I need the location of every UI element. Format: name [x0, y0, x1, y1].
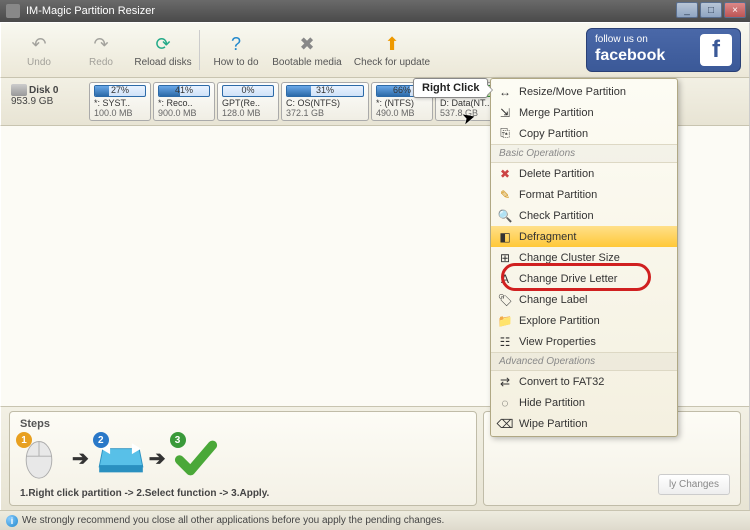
- reload-icon: ⟳: [150, 33, 176, 57]
- info-icon: i: [6, 515, 18, 527]
- ctx-hide[interactable]: ◌Hide Partition: [491, 392, 677, 413]
- apply-changes-button[interactable]: ly Changes: [658, 474, 730, 495]
- steps-panel: Steps 1 ➔ 2 ➔ 3 1.Right click partition …: [9, 411, 477, 506]
- ctx-format[interactable]: ✎Format Partition: [491, 184, 677, 205]
- merge-icon: ⇲: [497, 105, 513, 121]
- partition-1[interactable]: 41%*: Reco..900.0 MB: [153, 82, 215, 121]
- ctx-defragment[interactable]: ◧Defragment: [491, 226, 677, 247]
- ctx-fat32[interactable]: ⇄Convert to FAT32: [491, 371, 677, 392]
- copy-icon: ⎘: [497, 126, 513, 142]
- arrow-icon: ➔: [72, 446, 89, 471]
- status-text: We strongly recommend you close all othe…: [22, 515, 444, 526]
- ctx-drive-letter[interactable]: AChange Drive Letter: [491, 268, 677, 289]
- steps-caption: 1.Right click partition -> 2.Select func…: [20, 488, 466, 499]
- reload-disks-button[interactable]: ⟳ Reload disks: [133, 26, 193, 74]
- statusbar: i We strongly recommend you close all ot…: [0, 510, 750, 530]
- close-button[interactable]: ×: [724, 2, 746, 18]
- facebook-label: follow us on facebook: [595, 34, 665, 65]
- toolbar: ↶ Undo ↷ Redo ⟳ Reload disks ? How to do…: [0, 22, 750, 78]
- ctx-resize[interactable]: ↔Resize/Move Partition: [491, 81, 677, 102]
- help-icon: ?: [223, 33, 249, 57]
- letter-icon: A: [497, 271, 513, 287]
- step1-icon: 1: [20, 436, 64, 480]
- ctx-wipe[interactable]: ⌫Wipe Partition: [491, 413, 677, 434]
- disk-icon: [11, 84, 27, 96]
- maximize-button[interactable]: □: [700, 2, 722, 18]
- disk-label: Disk 0 953.9 GB: [9, 82, 85, 109]
- steps-title: Steps: [20, 418, 466, 430]
- format-icon: ✎: [497, 187, 513, 203]
- ctx-merge[interactable]: ⇲Merge Partition: [491, 102, 677, 123]
- partition-3[interactable]: 31%C: OS(NTFS)372.1 GB: [281, 82, 369, 121]
- ctx-delete[interactable]: ✖Delete Partition: [491, 163, 677, 184]
- arrow-icon: ➔: [149, 446, 166, 471]
- partition-0[interactable]: 27%*: SYST..100.0 MB: [89, 82, 151, 121]
- props-icon: ☷: [497, 334, 513, 350]
- wrench-icon: ✖: [294, 33, 320, 57]
- redo-button[interactable]: ↷ Redo: [71, 26, 131, 74]
- check-icon: 🔍: [497, 208, 513, 224]
- right-click-callout: Right Click: [413, 78, 488, 98]
- bootable-media-button[interactable]: ✖ Bootable media: [268, 26, 346, 74]
- titlebar: IM-Magic Partition Resizer _ □ ×: [0, 0, 750, 22]
- window-title: IM-Magic Partition Resizer: [26, 5, 155, 17]
- ctx-properties[interactable]: ☷View Properties: [491, 331, 677, 352]
- ctx-explore[interactable]: 📁Explore Partition: [491, 310, 677, 331]
- facebook-button[interactable]: follow us on facebook f: [586, 28, 741, 72]
- hide-icon: ◌: [497, 395, 513, 411]
- defrag-icon: ◧: [497, 229, 513, 245]
- step3-icon: 3: [174, 436, 218, 480]
- minimize-button[interactable]: _: [676, 2, 698, 18]
- ctx-check[interactable]: 🔍Check Partition: [491, 205, 677, 226]
- ctx-section-basic: Basic Operations: [491, 144, 677, 163]
- partition-2[interactable]: 0%GPT(Re..128.0 MB: [217, 82, 279, 121]
- how-to-button[interactable]: ? How to do: [206, 26, 266, 74]
- undo-button[interactable]: ↶ Undo: [9, 26, 69, 74]
- update-icon: ⬆: [379, 33, 405, 57]
- cluster-icon: ⊞: [497, 250, 513, 266]
- ctx-copy[interactable]: ⎘Copy Partition: [491, 123, 677, 144]
- delete-icon: ✖: [497, 166, 513, 182]
- facebook-icon: f: [700, 34, 732, 66]
- context-menu: ↔Resize/Move Partition ⇲Merge Partition …: [490, 78, 678, 437]
- ctx-section-adv: Advanced Operations: [491, 352, 677, 371]
- redo-icon: ↷: [88, 33, 114, 57]
- undo-icon: ↶: [26, 33, 52, 57]
- check-update-button[interactable]: ⬆ Check for update: [348, 26, 436, 74]
- step2-icon: 2: [97, 436, 141, 480]
- wipe-icon: ⌫: [497, 416, 513, 432]
- label-icon: 🏷: [497, 292, 513, 308]
- app-icon: [6, 4, 20, 18]
- ctx-cluster[interactable]: ⊞Change Cluster Size: [491, 247, 677, 268]
- convert-icon: ⇄: [497, 374, 513, 390]
- folder-icon: 📁: [497, 313, 513, 329]
- ctx-label[interactable]: 🏷Change Label: [491, 289, 677, 310]
